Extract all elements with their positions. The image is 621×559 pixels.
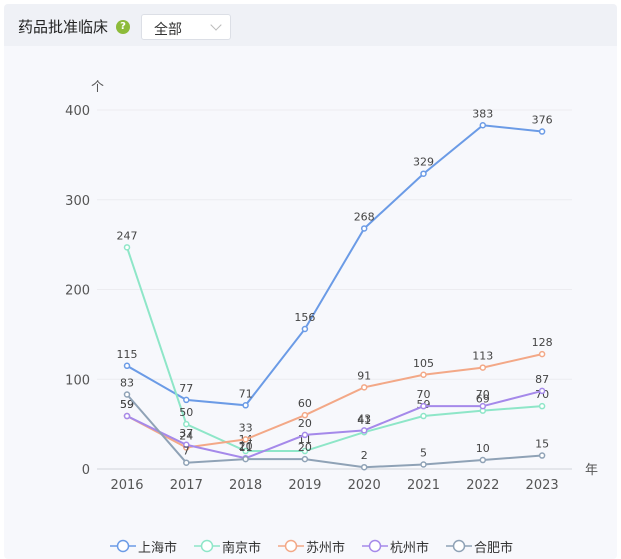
data-point [183,459,190,466]
data-point [479,122,487,129]
line-chart: 个 年 01002003004002016 2017 2018 2019 2020 202… [65,80,598,493]
data-point [301,431,309,439]
data-point [123,412,131,420]
data-point [420,170,427,177]
data-label: 91 [357,369,371,382]
x-tick-label: 2021 [407,478,440,493]
data-label: 115 [117,348,138,361]
data-point [360,384,368,391]
data-label: 268 [354,210,375,223]
data-point [538,128,546,135]
data-point [420,402,427,410]
data-point [479,456,487,464]
data-label: 113 [472,350,493,363]
data-label: 70 [476,388,490,401]
data-label: 105 [413,357,434,370]
data-label: 376 [532,114,553,127]
data-point [538,452,546,459]
data-label: 7 [183,445,190,458]
data-point [420,461,427,468]
data-point [301,455,309,463]
data-label: 5 [420,447,427,460]
data-point [360,225,368,232]
data-label: 70 [417,388,431,401]
data-label: 20 [298,417,312,430]
series-line [126,124,543,407]
data-point [360,427,368,434]
legend-marker-icon [362,539,388,553]
x-tick-label: 2020 [348,478,381,493]
data-label: 77 [179,382,193,395]
data-label: 15 [535,438,549,451]
data-point [123,391,131,398]
data-label: 11 [239,441,253,454]
data-point [479,364,487,371]
data-label: 83 [120,377,134,390]
y-tick-label: 300 [65,194,90,209]
data-point [123,362,131,370]
data-label: 60 [298,397,312,410]
data-point [538,387,546,395]
data-label: 10 [476,442,490,455]
x-tick-label: 2023 [526,478,559,493]
legend-marker-icon [194,539,220,553]
data-point [538,402,546,410]
data-label: 247 [117,229,138,242]
chart-legend: 上海市 南京市 苏州市 杭州市 合肥市 [0,536,621,556]
data-label: 37 [179,427,193,440]
data-point [242,402,249,409]
legend-label: 苏州市 [306,541,346,556]
data-point [242,455,249,463]
data-point [123,244,131,251]
data-point [420,412,427,420]
legend-marker-icon [278,539,304,553]
y-tick-label: 400 [65,104,90,119]
data-label: 50 [179,406,193,419]
legend-label: 杭州市 [390,541,430,556]
x-tick-label: 2017 [170,478,203,493]
legend-label: 合肥市 [474,541,514,556]
x-axis-unit: 年 [585,463,598,478]
y-tick-label: 0 [82,463,90,478]
data-point [420,371,427,379]
data-label: 43 [357,412,371,425]
legend-marker-icon [110,539,136,553]
legend-marker-icon [446,539,472,553]
data-label: 2 [361,449,368,462]
x-tick-label: 2018 [229,478,262,493]
x-tick-label: 2016 [110,478,143,493]
data-label: 87 [535,373,549,386]
x-tick-label: 2022 [466,478,499,493]
legend-label: 上海市 [138,541,178,556]
legend-label: 南京市 [222,541,262,556]
data-label: 20 [298,441,312,454]
data-point [360,463,368,471]
data-label: 383 [472,107,493,120]
data-label: 329 [413,156,434,169]
y-tick-label: 200 [65,284,90,299]
data-point [183,396,190,404]
x-tick-label: 2019 [288,478,321,493]
data-point [301,325,309,333]
data-label: 156 [294,311,315,324]
y-axis-unit: 个 [91,80,104,95]
data-label: 33 [239,421,253,434]
data-label: 71 [239,387,253,400]
data-point [538,350,546,358]
data-point [479,402,487,410]
data-label: 128 [532,336,553,349]
y-tick-label: 100 [65,373,90,388]
